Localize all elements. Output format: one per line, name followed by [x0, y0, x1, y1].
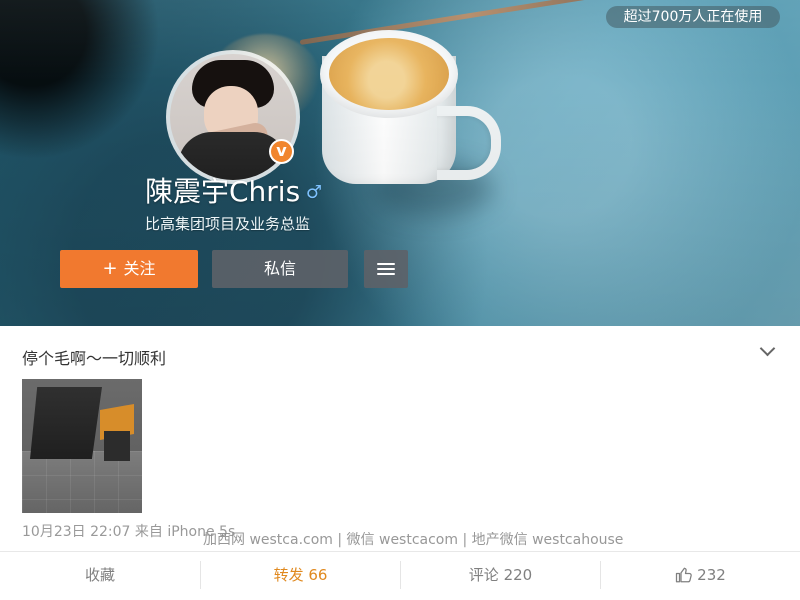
- like-button[interactable]: 232: [601, 560, 800, 590]
- message-button-label: 私信: [263, 259, 296, 278]
- message-button[interactable]: 私信: [212, 250, 348, 288]
- post-image-machine: [30, 387, 102, 459]
- watermark: 加西网 westca.com | 微信 westcacom | 地产微信 wes…: [203, 532, 624, 548]
- comment-button-label: 评论 220: [468, 566, 533, 584]
- like-button-content: 232: [675, 560, 726, 590]
- menu-icon: [377, 262, 395, 276]
- follow-button-label: 关注: [123, 259, 156, 278]
- chevron-down-icon[interactable]: [758, 340, 778, 360]
- post-image-dark-block: [104, 431, 130, 461]
- more-menu-button[interactable]: [364, 250, 408, 288]
- post-action-bar: 收藏 转发 66 评论 220 232: [0, 552, 800, 600]
- save-button[interactable]: 收藏: [0, 560, 200, 590]
- follow-button[interactable]: + 关注: [60, 250, 198, 288]
- post-text: 停个毛啊～一切顺利: [22, 349, 167, 368]
- post-image[interactable]: [22, 379, 142, 513]
- profile-title: 比高集团项目及业务总监: [145, 215, 311, 233]
- usage-badge: 超过700万人正在使用: [606, 6, 780, 28]
- like-count: 232: [697, 566, 726, 584]
- male-icon: ♂: [305, 182, 323, 203]
- profile-cover: 超过700万人正在使用 v 陳震宇Chris ♂ 比高集团项目及业务总监 + 关…: [0, 0, 800, 326]
- follow-button-content: + 关注: [102, 250, 155, 288]
- profile-name: 陳震宇Chris: [145, 175, 301, 208]
- verified-badge-icon: v: [269, 139, 294, 164]
- repost-button-label: 转发 66: [273, 566, 328, 584]
- thumbs-up-icon: [676, 567, 692, 583]
- plus-icon: +: [102, 258, 118, 279]
- save-button-label: 收藏: [84, 566, 115, 584]
- comment-button[interactable]: 评论 220: [401, 560, 600, 590]
- repost-button[interactable]: 转发 66: [201, 560, 400, 590]
